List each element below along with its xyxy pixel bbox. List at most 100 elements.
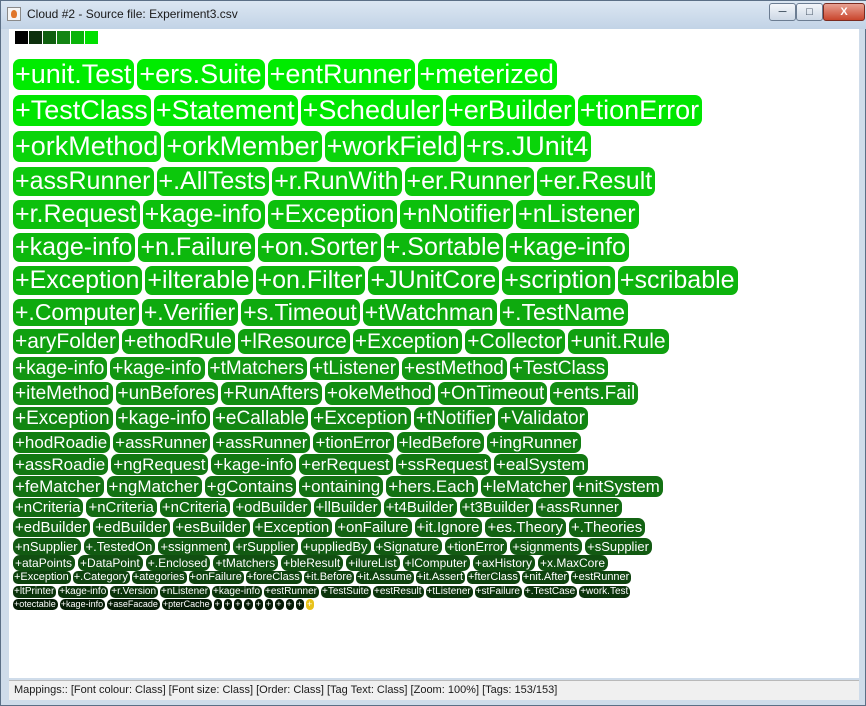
tag[interactable]: +rs.JUnit4 [463, 131, 592, 162]
tag[interactable]: +kage-info [59, 599, 106, 610]
tag[interactable]: + [264, 599, 274, 610]
tag[interactable]: +esBuilder [173, 518, 250, 537]
tag[interactable]: +tionError [313, 432, 394, 453]
tag[interactable]: +Exception [13, 407, 113, 430]
tag[interactable]: +ontaining [299, 476, 384, 497]
tag[interactable]: +kage-info [115, 407, 210, 430]
tag[interactable]: +bleResult [281, 555, 344, 571]
maximize-button[interactable]: □ [796, 3, 823, 21]
tag[interactable]: +ssRequest [395, 454, 491, 475]
tag[interactable]: +nListener [516, 200, 639, 229]
tag[interactable]: +assRunner [213, 432, 311, 453]
tag[interactable]: +OnTimeout [437, 382, 548, 405]
tag[interactable]: +.Sortable [383, 233, 504, 262]
tag[interactable]: +Statement [153, 95, 298, 126]
tag[interactable]: +.TestCase [523, 586, 578, 598]
tag[interactable]: +.Theories [568, 518, 646, 537]
tag[interactable]: +lComputer [402, 555, 470, 571]
tag[interactable]: +ltPrinter [13, 586, 57, 598]
tag[interactable]: +erRequest [299, 454, 393, 475]
tag[interactable]: +Collector [465, 329, 566, 354]
tag[interactable]: +orkMethod [13, 131, 162, 162]
tag[interactable]: +tListener [425, 586, 473, 598]
tag[interactable]: +.Enclosed [145, 555, 211, 571]
tag[interactable]: +n.Failure [138, 233, 256, 262]
tag[interactable]: +onFailure [188, 571, 244, 584]
tag[interactable]: +ngRequest [111, 454, 209, 475]
tag[interactable]: +meterized [417, 59, 557, 90]
tag[interactable]: + [254, 599, 263, 610]
tag[interactable]: +llBuilder [313, 498, 381, 517]
tag[interactable]: +fterClass [467, 571, 520, 584]
tag[interactable]: +pterCache [161, 599, 212, 610]
tag[interactable]: +er.Result [536, 167, 656, 196]
tag[interactable]: +TestSuite [321, 586, 371, 598]
tag[interactable]: +er.Runner [404, 167, 534, 196]
tag[interactable]: +kage-info [58, 586, 109, 598]
tag[interactable]: +odBuilder [233, 498, 311, 517]
tag[interactable]: +erBuilder [446, 95, 575, 126]
tag[interactable]: +axHistory [472, 555, 535, 571]
tag[interactable]: +Exception [252, 518, 333, 537]
tag[interactable]: +tWatchman [362, 299, 497, 326]
tag[interactable]: +kage-info [13, 357, 108, 380]
tag[interactable]: + [223, 599, 233, 610]
tag[interactable]: +r.RunWith [272, 167, 402, 196]
tag[interactable]: +work.Test [579, 586, 631, 598]
tag[interactable]: +Exception [352, 329, 463, 354]
tag[interactable]: +rSupplier [233, 538, 298, 555]
tag[interactable]: +feMatcher [13, 476, 104, 497]
tag[interactable]: +r.Version [110, 586, 159, 598]
tag[interactable]: +tionError [444, 538, 508, 555]
tag[interactable]: +otectable [13, 599, 58, 610]
tag[interactable]: +ataPoints [13, 555, 76, 571]
tag[interactable]: +iteMethod [13, 382, 113, 405]
tag[interactable]: +hodRoadie [13, 432, 111, 453]
tag[interactable]: +.AllTests [156, 167, 270, 196]
tag[interactable]: +tNotifier [413, 407, 496, 430]
minimize-button[interactable]: ─ [769, 3, 796, 21]
tag[interactable]: +ledBefore [396, 432, 485, 453]
tag[interactable]: +nit.After [521, 571, 570, 584]
tag[interactable]: +hers.Each [386, 476, 478, 497]
tag[interactable]: +ingRunner [487, 432, 581, 453]
tag[interactable]: +assRunner [535, 498, 622, 517]
tag[interactable]: +unBefores [115, 382, 219, 405]
tag[interactable]: +aseFacade [107, 599, 160, 610]
tag[interactable]: +unit.Test [13, 59, 135, 90]
tag[interactable]: +ethodRule [121, 329, 235, 354]
tag[interactable]: +Exception [13, 266, 143, 295]
tag[interactable]: +nCriteria [13, 498, 84, 517]
tag[interactable]: + [234, 599, 243, 610]
tag[interactable]: +kage-info [13, 233, 136, 262]
tag[interactable]: +.Category [72, 571, 130, 584]
tag[interactable]: +.Verifier [141, 299, 239, 326]
tag[interactable]: +foreClass [245, 571, 302, 584]
tag[interactable]: +estResult [372, 586, 424, 598]
tag[interactable]: +nitSystem [573, 476, 663, 497]
tag[interactable]: + [213, 599, 222, 610]
tag[interactable]: +assRunner [13, 167, 154, 196]
tag[interactable]: +t3Builder [459, 498, 533, 517]
tag[interactable]: + [295, 599, 305, 610]
tag[interactable]: +nCriteria [159, 498, 231, 517]
tag[interactable]: +tMatchers [207, 357, 308, 380]
tag[interactable]: +orkMember [164, 131, 322, 162]
tag[interactable]: +ents.Fail [550, 382, 639, 405]
tag[interactable]: +okeMethod [324, 382, 435, 405]
close-button[interactable]: X [823, 3, 865, 21]
tag[interactable]: +edBuilder [93, 518, 171, 537]
tag[interactable]: +estMethod [402, 357, 507, 380]
tag[interactable]: +DataPoint [78, 555, 143, 571]
tag[interactable]: +assRoadie [13, 454, 109, 475]
tag[interactable]: +Exception [13, 571, 71, 584]
tag[interactable]: +Signature [373, 538, 442, 555]
tag[interactable]: +leMatcher [480, 476, 571, 497]
tag[interactable]: +t4Builder [383, 498, 457, 517]
tag[interactable]: +it.Ignore [414, 518, 483, 537]
tag[interactable]: +JUnitCore [368, 266, 500, 295]
tag[interactable]: +estRunner [264, 586, 319, 598]
tag[interactable]: +unit.Rule [568, 329, 669, 354]
tag[interactable]: +ilterable [145, 266, 253, 295]
tag[interactable]: +ealSystem [493, 454, 589, 475]
